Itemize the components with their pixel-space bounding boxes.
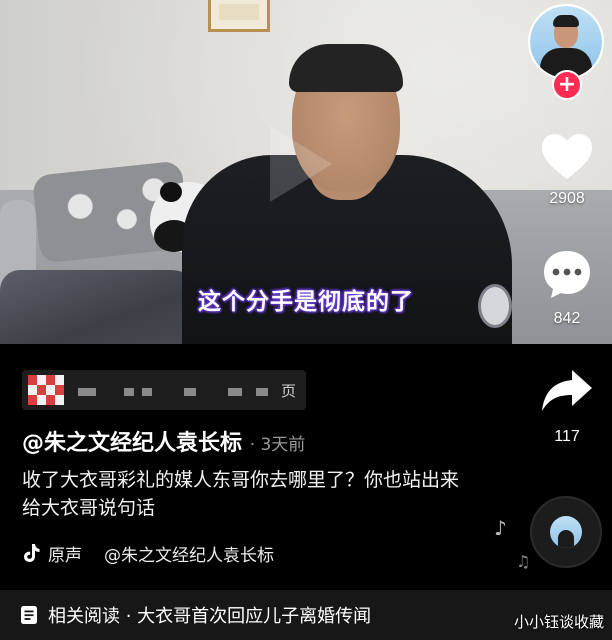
comment-count: 842 [553, 310, 581, 327]
related-reading-text[interactable]: 相关阅读 · 大衣哥首次回应儿子离婚传闻 [48, 602, 371, 628]
mosaic-blocks [78, 380, 281, 400]
video-player[interactable]: 这个分手是彻底的了 [0, 0, 612, 344]
music-disc-cover [550, 516, 582, 548]
video-subtitle: 这个分手是彻底的了 [198, 289, 414, 315]
follow-button[interactable]: + [552, 70, 582, 100]
tiktok-note-icon [24, 544, 40, 562]
mosaic-suffix: 页 [280, 381, 296, 400]
comment-icon[interactable] [541, 248, 593, 300]
play-icon [270, 126, 332, 202]
author-avatar[interactable] [528, 4, 604, 80]
music-author: @朱之文经纪人袁长标 [104, 545, 274, 566]
music-label: 原声 [48, 545, 82, 566]
heart-icon[interactable] [540, 132, 594, 182]
mosaic-logo [28, 375, 64, 405]
share-count: 117 [554, 428, 580, 445]
watermark: 小小钰谈收藏 [513, 613, 604, 631]
document-icon [21, 606, 37, 624]
person-hair [289, 44, 403, 92]
avatar-photo [530, 6, 602, 78]
avatar-hair [553, 15, 579, 27]
music-note-icon: ♪ [494, 516, 507, 540]
music-note-icon: ♫ [516, 552, 531, 571]
music-row[interactable]: 原声 @朱之文经纪人袁长标 [22, 540, 352, 566]
wall-certificate-frame [208, 0, 270, 32]
video-caption[interactable]: 收了大衣哥彩礼的媒人东哥你去哪里了？你也站出来给大衣哥说句话 [22, 466, 462, 522]
music-disc[interactable] [530, 496, 602, 568]
post-time: · 3天前 [249, 435, 306, 455]
author-line[interactable]: @朱之文经纪人袁长标 · 3天前 [22, 425, 305, 457]
plus-icon: + [557, 72, 577, 97]
share-arrow-icon[interactable] [540, 368, 594, 414]
like-count: 2908 [549, 190, 585, 207]
author-name[interactable]: @朱之文经纪人袁长标 [22, 431, 242, 456]
mosaic-banner[interactable]: 页 [22, 370, 306, 410]
